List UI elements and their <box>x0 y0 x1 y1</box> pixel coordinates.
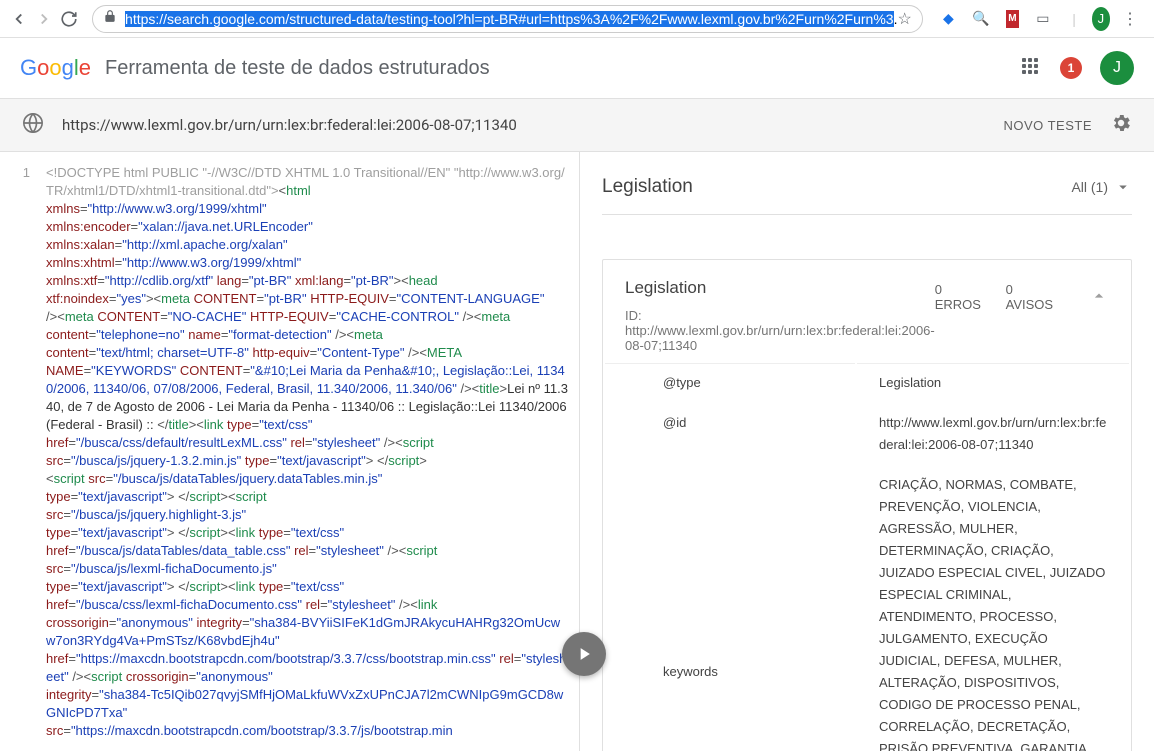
tested-url: https://www.lexml.gov.br/urn/urn:lex:br:… <box>62 116 1003 134</box>
result-card[interactable]: Legislation ID: http://www.lexml.gov.br/… <box>602 259 1132 751</box>
app-title: Ferramenta de teste de dados estruturado… <box>105 57 490 80</box>
menu-icon[interactable]: ⋮ <box>1114 9 1146 29</box>
card-type-title: Legislation <box>625 278 935 298</box>
extension-icon-2[interactable]: 🔍 <box>972 9 989 29</box>
results-title: Legislation <box>602 176 693 198</box>
lock-icon <box>103 9 117 28</box>
results-filter[interactable]: All (1) <box>1071 178 1132 196</box>
apps-icon[interactable] <box>1022 58 1042 78</box>
main-split: 1 <!DOCTYPE html PUBLIC "-//W3C//DTD XHT… <box>0 152 1154 751</box>
source-code[interactable]: <!DOCTYPE html PUBLIC "-//W3C//DTD XHTML… <box>40 152 579 751</box>
google-logo: Google <box>20 55 91 81</box>
table-row[interactable]: @idhttp://www.lexml.gov.br/urn/urn:lex:b… <box>605 404 1129 464</box>
chevron-down-icon <box>1114 178 1132 196</box>
extension-icon-4[interactable]: ▭ <box>1035 9 1050 29</box>
card-id: ID: http://www.lexml.gov.br/urn/urn:lex:… <box>625 308 935 353</box>
back-button[interactable] <box>8 5 29 33</box>
warnings-count: 0 AVISOS <box>1006 282 1059 312</box>
property-value: Legislation <box>857 363 1129 402</box>
globe-icon <box>22 112 44 139</box>
gear-icon[interactable] <box>1110 112 1132 139</box>
property-value: http://www.lexml.gov.br/urn/urn:lex:br:f… <box>857 404 1129 464</box>
new-test-button[interactable]: NOVO TESTE <box>1003 118 1092 133</box>
results-panel: Legislation All (1) Legislation ID: http… <box>580 152 1154 751</box>
tested-url-bar: https://www.lexml.gov.br/urn/urn:lex:br:… <box>0 98 1154 152</box>
properties-table: @typeLegislation@idhttp://www.lexml.gov.… <box>603 361 1131 751</box>
property-key: keywords <box>605 466 855 751</box>
url-text: https://search.google.com/structured-dat… <box>125 11 897 27</box>
star-icon[interactable]: ☆ <box>897 9 911 29</box>
source-panel[interactable]: 1 <!DOCTYPE html PUBLIC "-//W3C//DTD XHT… <box>0 152 580 751</box>
forward-button[interactable] <box>33 5 54 33</box>
run-button[interactable] <box>562 632 606 676</box>
profile-avatar-small[interactable]: J <box>1092 7 1110 31</box>
extension-icon-1[interactable]: ◆ <box>941 9 956 29</box>
property-key: @type <box>605 363 855 402</box>
address-bar[interactable]: https://search.google.com/structured-dat… <box>92 5 923 33</box>
table-row[interactable]: keywordsCRIAÇÃO, NORMAS, COMBATE, PREVEN… <box>605 466 1129 751</box>
extension-icon-3[interactable]: M <box>1006 10 1020 28</box>
app-header: Google Ferramenta de teste de dados estr… <box>0 38 1154 98</box>
reload-button[interactable] <box>59 5 80 33</box>
table-row[interactable]: @typeLegislation <box>605 363 1129 402</box>
extension-separator: | <box>1066 9 1081 29</box>
chevron-up-icon[interactable] <box>1089 286 1109 309</box>
errors-count: 0 ERROS <box>935 282 988 312</box>
profile-avatar[interactable]: J <box>1100 51 1134 85</box>
property-key: @id <box>605 404 855 464</box>
notifications-badge[interactable]: 1 <box>1060 57 1082 79</box>
results-header: Legislation All (1) <box>602 176 1132 215</box>
property-value: CRIAÇÃO, NORMAS, COMBATE, PREVENÇÃO, VIO… <box>857 466 1129 751</box>
browser-toolbar: https://search.google.com/structured-dat… <box>0 0 1154 38</box>
line-gutter: 1 <box>0 152 40 751</box>
